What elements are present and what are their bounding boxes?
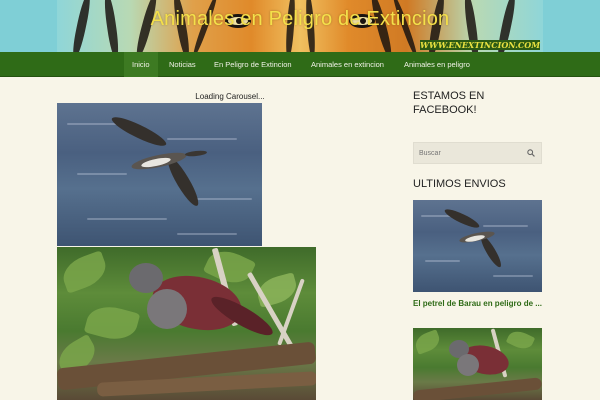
recent-post-thumbnail-2[interactable] <box>413 328 542 400</box>
recent-post-thumbnail[interactable] <box>413 200 542 292</box>
carousel-loading-text: Loading Carousel... <box>195 92 265 101</box>
pigeon-photo[interactable] <box>57 247 316 400</box>
search-form <box>413 142 542 164</box>
petrel-photo[interactable] <box>57 103 262 246</box>
search-input[interactable] <box>414 143 524 163</box>
recent-posts-heading: ULTIMOS ENVIOS <box>413 178 506 190</box>
nav-item-en-peligro-de-extincion[interactable]: En Peligro de Extincion <box>206 52 300 77</box>
nav-item-inicio[interactable]: Inicio <box>124 52 158 77</box>
nav-item-animales-en-extincion[interactable]: Animales en extincion <box>303 52 392 77</box>
site-title[interactable]: Animales en Peligro de Extincion <box>0 8 600 31</box>
main-navigation: Inicio Noticias En Peligro de Extincion … <box>0 52 600 77</box>
nav-item-noticias[interactable]: Noticias <box>161 52 204 77</box>
recent-post-title[interactable]: El petrel de Barau en peligro de ... <box>413 298 543 310</box>
facebook-heading: ESTAMOS EN FACEBOOK! <box>413 90 485 116</box>
search-icon[interactable] <box>527 149 535 157</box>
nav-item-animales-en-peligro[interactable]: Animales en peligro <box>396 52 478 77</box>
domain-watermark: WWW.ENEXTINCION.COM <box>420 40 541 50</box>
header-banner: Animales en Peligro de Extincion WWW.ENE… <box>0 0 600 52</box>
